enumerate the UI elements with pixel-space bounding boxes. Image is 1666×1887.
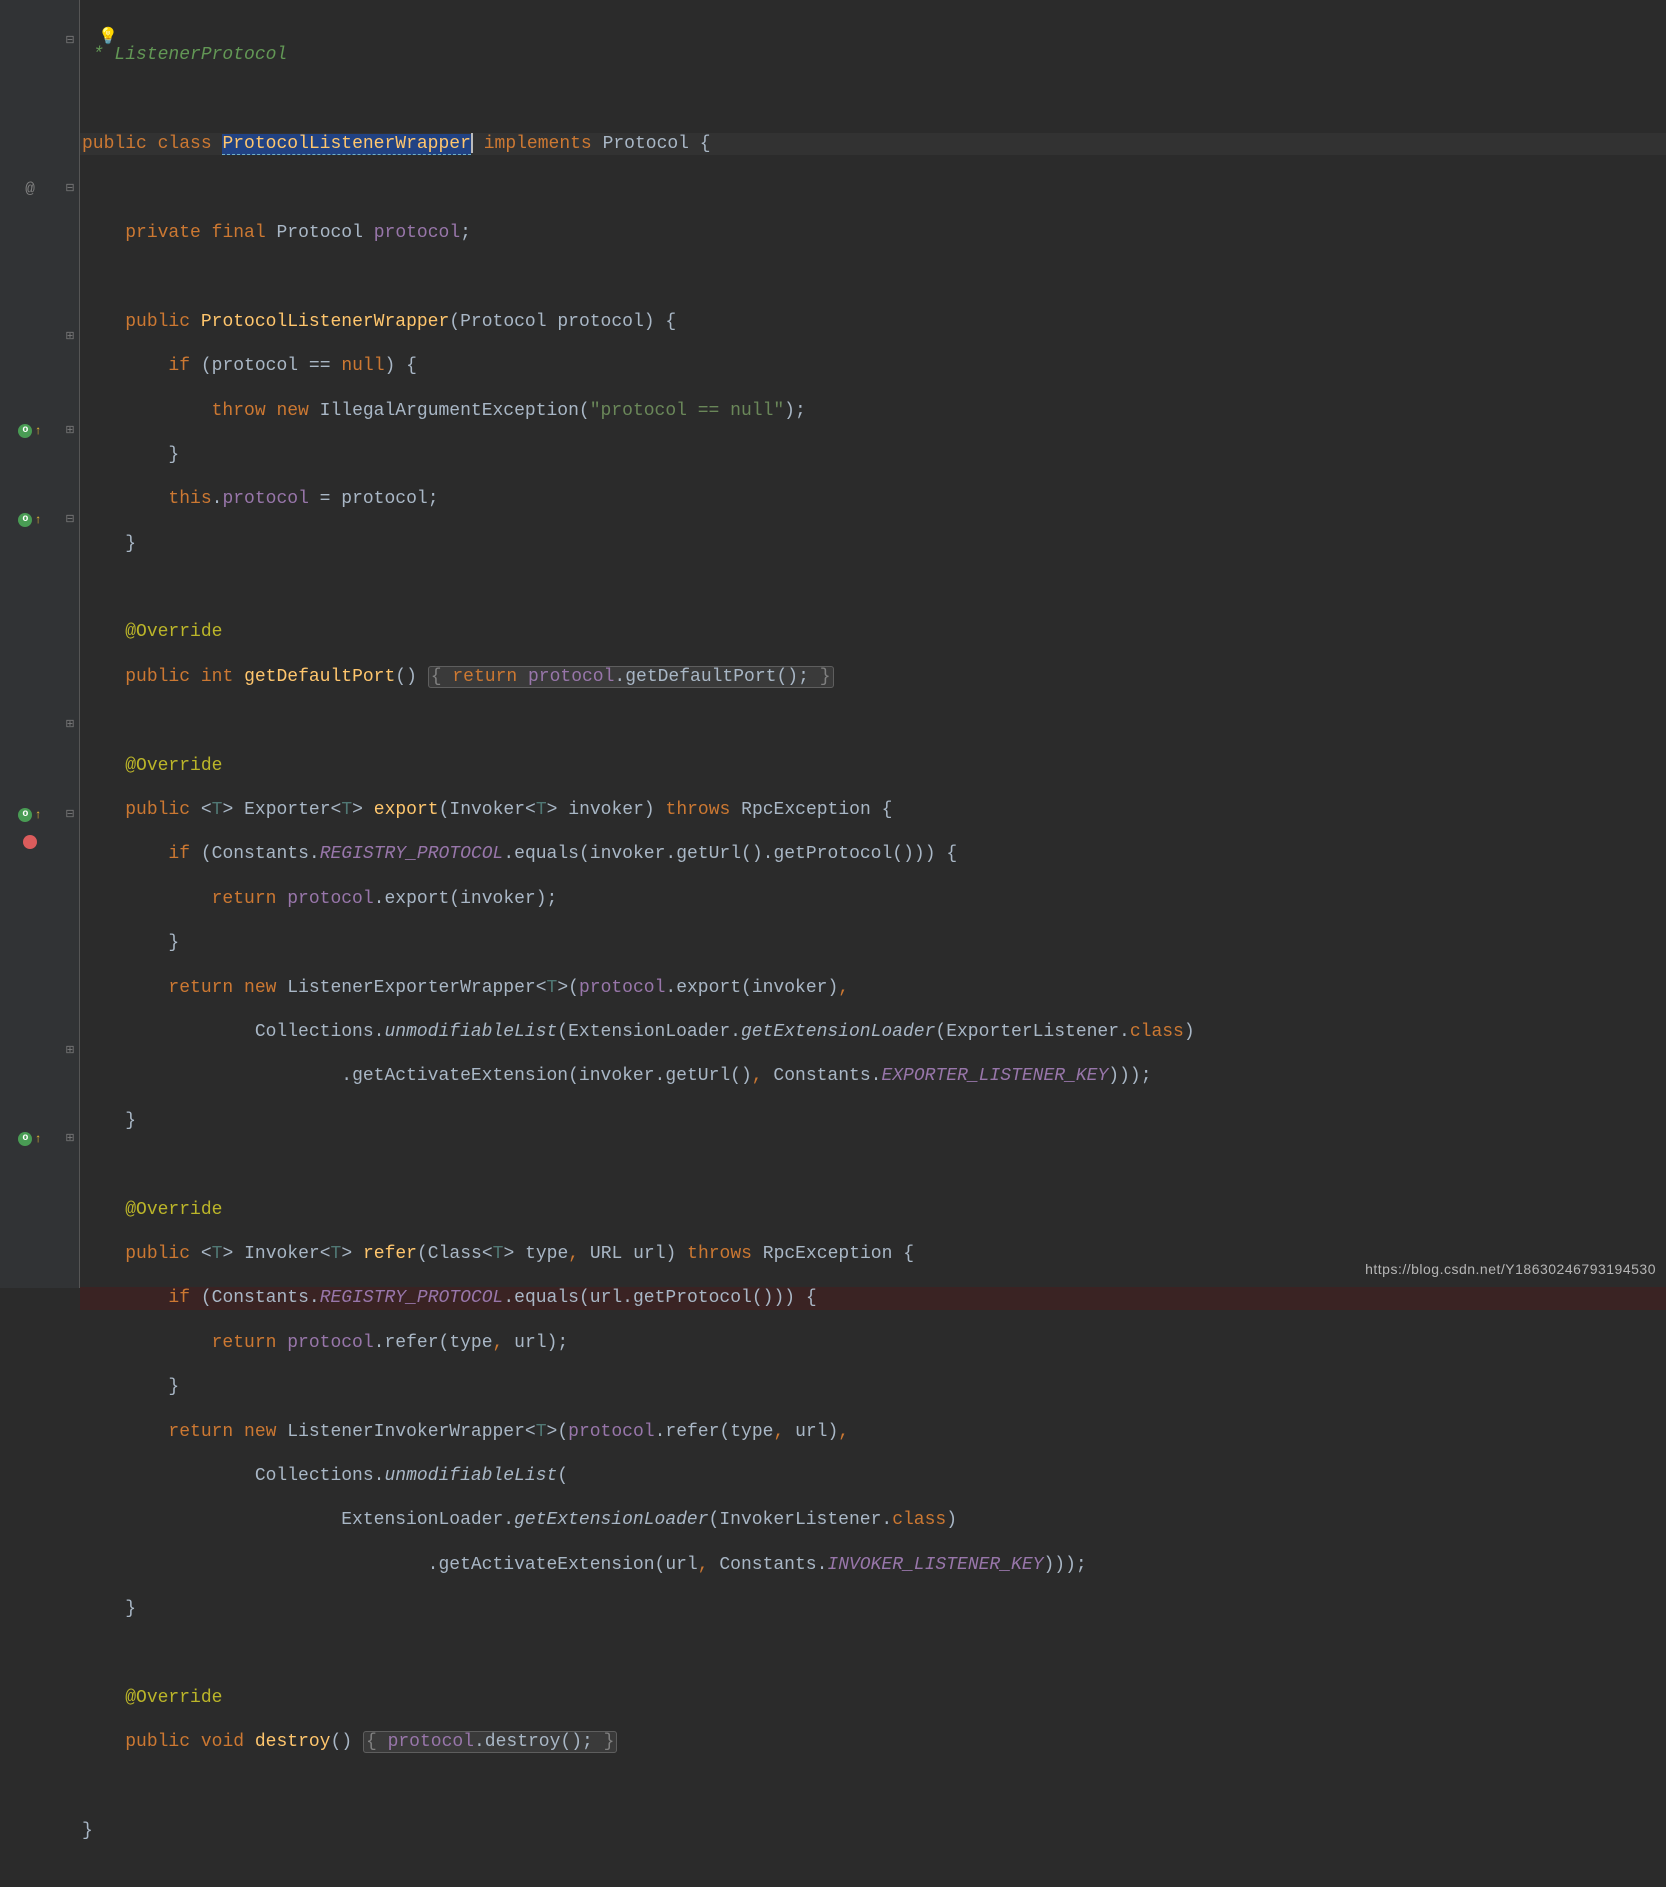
fold-icon[interactable]: ⊞ (60, 1040, 80, 1062)
watermark: https://blog.csdn.net/Y18630246793194530 (1365, 1258, 1656, 1280)
fold-icon-plus[interactable]: ⊞ (60, 420, 80, 442)
fold-icon-plus[interactable]: ⊞ (60, 1128, 80, 1150)
fold-icon[interactable]: ⊟ (60, 30, 80, 52)
override-up-mark-1[interactable]: o↑ (0, 420, 60, 442)
fold-icon[interactable]: ⊟ (60, 509, 80, 531)
at-annotation-mark: @ (0, 178, 60, 200)
fold-icon[interactable]: ⊞ (60, 714, 80, 736)
folded-body[interactable]: { return protocol.getDefaultPort(); } (428, 666, 834, 688)
intention-bulb-icon[interactable]: 💡 (98, 26, 118, 48)
caret (471, 133, 473, 153)
code-area[interactable]: 💡 * ListenerProtocol public class Protoc… (80, 0, 1666, 1288)
fold-icon[interactable]: ⊟ (60, 804, 80, 826)
gutter: @ o↑ o↑ o↑ o↑ (0, 0, 60, 1288)
editor-container: @ o↑ o↑ o↑ o↑ ⊟ ⊟ ⊞ ⊞ ⊟ ⊞ ⊟ ⊞ ⊞ 💡 * List… (0, 0, 1666, 1288)
comment: * ListenerProtocol (82, 45, 287, 65)
override-up-mark-2[interactable]: o↑ (0, 509, 60, 531)
override-up-mark-4[interactable]: o↑ (0, 1128, 60, 1150)
fold-icon[interactable]: ⊞ (60, 326, 80, 348)
breakpoint[interactable] (0, 831, 60, 853)
fold-icon[interactable]: ⊟ (60, 178, 80, 200)
fold-column: ⊟ ⊟ ⊞ ⊞ ⊟ ⊞ ⊟ ⊞ ⊞ (60, 0, 80, 1288)
class-name-selection[interactable]: ProtocolListenerWrapper (222, 134, 470, 155)
breakpoint-line[interactable]: if (Constants.REGISTRY_PROTOCOL.equals(u… (80, 1287, 1666, 1309)
override-up-mark-3[interactable]: o↑ (0, 804, 60, 826)
folded-body[interactable]: { protocol.destroy(); } (363, 1731, 618, 1753)
